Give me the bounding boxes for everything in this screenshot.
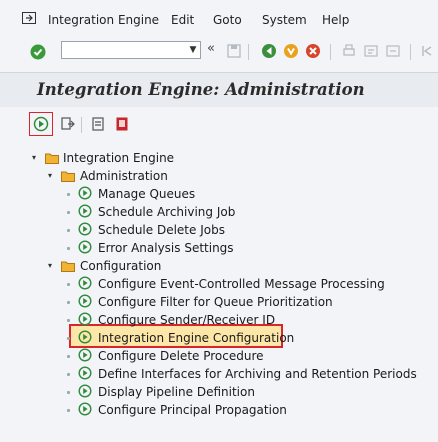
tree-item-configure-sender-receiver-id[interactable]: Configure Sender/Receiver ID: [98, 312, 275, 328]
toolbar-separator: [81, 117, 82, 133]
enter-check-icon[interactable]: [30, 44, 46, 60]
tree-item-configure-filter-queue-prioritization[interactable]: Configure Filter for Queue Prioritizatio…: [98, 294, 333, 310]
tree-bullet: [67, 409, 70, 412]
tree-bullet: [67, 355, 70, 358]
expand-caret-icon[interactable]: ▾: [46, 172, 54, 180]
tree-item-configure-principal-propagation[interactable]: Configure Principal Propagation: [98, 402, 287, 418]
tree-bullet: [67, 193, 70, 196]
tree-item-configure-event-controlled[interactable]: Configure Event-Controlled Message Proce…: [98, 276, 385, 292]
variants-icon[interactable]: [60, 116, 76, 132]
tree-bullet: [67, 211, 70, 214]
tree-bullet: [67, 247, 70, 250]
tree-node-integration-engine[interactable]: Integration Engine: [63, 150, 174, 166]
transaction-execute-icon: [78, 330, 92, 344]
command-field[interactable]: ▼: [61, 41, 201, 59]
transaction-execute-icon: [78, 402, 92, 416]
transaction-execute-icon: [78, 366, 92, 380]
tree-bullet: [67, 301, 70, 304]
tree-item-integration-engine-configuration[interactable]: Integration Engine Configuration: [98, 330, 294, 346]
menu-bar: Integration Engine Edit Goto System Help: [0, 0, 438, 38]
help-book-icon[interactable]: [114, 116, 130, 132]
tree-bullet: [67, 391, 70, 394]
transaction-execute-icon: [78, 276, 92, 290]
folder-open-icon: [61, 171, 75, 182]
folder-open-icon: [45, 153, 59, 164]
transaction-execute-icon: [78, 240, 92, 254]
print-icon[interactable]: [341, 43, 357, 59]
transaction-execute-icon: [78, 204, 92, 218]
standard-toolbar: ▼ «: [0, 38, 438, 66]
first-page-icon[interactable]: [419, 43, 435, 59]
find-next-icon[interactable]: [385, 43, 401, 59]
page-title: Integration Engine: Administration: [37, 80, 365, 99]
tree-node-configuration[interactable]: Configuration: [80, 258, 161, 274]
tree-node-administration[interactable]: Administration: [80, 168, 168, 184]
cancel-icon[interactable]: [305, 43, 321, 59]
tree-item-display-pipeline-definition[interactable]: Display Pipeline Definition: [98, 384, 255, 400]
tree-item-manage-queues[interactable]: Manage Queues: [98, 186, 195, 202]
folder-open-icon: [61, 261, 75, 272]
transaction-execute-icon: [78, 294, 92, 308]
tree-item-define-interfaces-archiving[interactable]: Define Interfaces for Archiving and Rete…: [98, 366, 417, 382]
back-command-button[interactable]: «: [207, 41, 215, 56]
transaction-execute-icon: [78, 384, 92, 398]
expand-caret-icon[interactable]: ▾: [30, 154, 38, 162]
back-icon[interactable]: [261, 43, 277, 59]
execute-icon: [33, 116, 49, 132]
menu-goto[interactable]: Goto: [213, 13, 242, 27]
find-icon[interactable]: [363, 43, 379, 59]
menu-help[interactable]: Help: [322, 13, 349, 27]
tree-bullet: [67, 337, 70, 340]
tree-item-configure-delete-procedure[interactable]: Configure Delete Procedure: [98, 348, 264, 364]
screen-title-bar: Integration Engine: Administration: [0, 72, 438, 108]
transaction-execute-icon: [78, 186, 92, 200]
menu-system[interactable]: System: [262, 13, 307, 27]
toolbar-separator: [248, 44, 249, 60]
menu-exit-icon[interactable]: [22, 12, 36, 24]
chevron-down-icon[interactable]: ▼: [188, 45, 198, 55]
application-toolbar: [0, 107, 438, 141]
menu-edit[interactable]: Edit: [171, 13, 194, 27]
toolbar-separator: [330, 44, 331, 60]
expand-caret-icon[interactable]: ▾: [46, 262, 54, 270]
toolbar-separator: [410, 44, 411, 60]
document-icon[interactable]: [90, 116, 106, 132]
transaction-execute-icon: [78, 348, 92, 362]
transaction-execute-icon: [78, 312, 92, 326]
tree-bullet: [67, 373, 70, 376]
tree-bullet: [67, 229, 70, 232]
save-icon[interactable]: [226, 43, 242, 59]
menu-integration-engine[interactable]: Integration Engine: [48, 13, 159, 27]
tree-bullet: [67, 283, 70, 286]
tree-item-schedule-archiving-job[interactable]: Schedule Archiving Job: [98, 204, 235, 220]
tree-bullet: [67, 319, 70, 322]
exit-icon[interactable]: [283, 43, 299, 59]
tree-item-schedule-delete-jobs[interactable]: Schedule Delete Jobs: [98, 222, 225, 238]
execute-button[interactable]: [29, 112, 53, 136]
tree-item-error-analysis-settings[interactable]: Error Analysis Settings: [98, 240, 234, 256]
transaction-execute-icon: [78, 222, 92, 236]
